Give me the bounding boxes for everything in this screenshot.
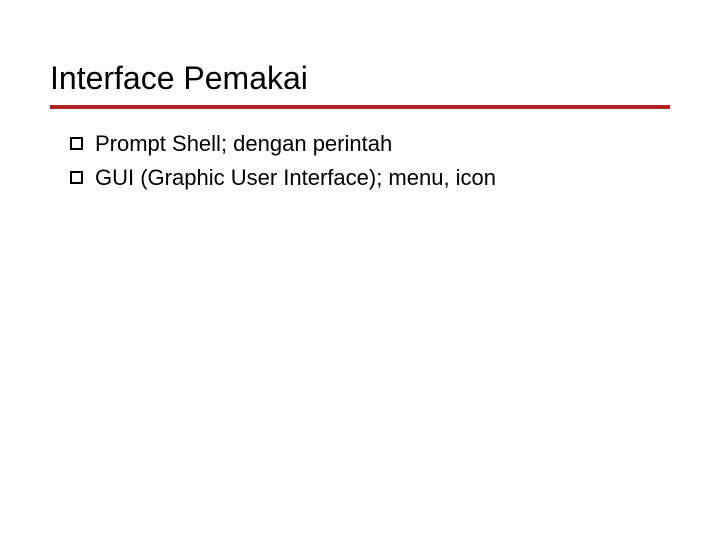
bullet-text: Prompt Shell; dengan perintah [95,129,670,159]
slide-title: Interface Pemakai [50,60,670,97]
title-underline [50,105,670,109]
square-bullet-icon [70,137,83,150]
bullet-list: Prompt Shell; dengan perintah GUI (Graph… [50,129,670,192]
list-item: GUI (Graphic User Interface); menu, icon [70,163,670,193]
square-bullet-icon [70,171,83,184]
list-item: Prompt Shell; dengan perintah [70,129,670,159]
bullet-text: GUI (Graphic User Interface); menu, icon [95,163,670,193]
